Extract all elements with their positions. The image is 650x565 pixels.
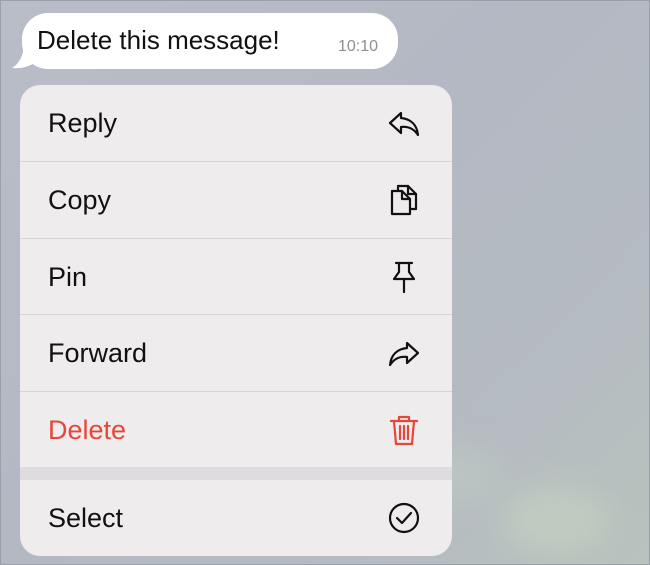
menu-item-label: Delete	[48, 414, 127, 445]
reply-icon	[386, 105, 422, 141]
background-blur	[500, 485, 610, 555]
menu-item-copy[interactable]: Copy	[20, 162, 452, 238]
menu-item-pin[interactable]: Pin	[20, 239, 452, 315]
check-circle-icon	[386, 500, 422, 536]
menu-section-gap	[20, 467, 452, 480]
menu-item-select[interactable]: Select	[20, 480, 452, 556]
menu-item-reply[interactable]: Reply	[20, 85, 452, 161]
copy-icon	[386, 182, 422, 218]
message-bubble[interactable]: Delete this message! 10:10	[22, 13, 398, 69]
menu-item-label: Select	[48, 502, 124, 533]
pin-icon	[386, 259, 422, 295]
message-text: Delete this message!	[37, 25, 280, 55]
menu-item-label: Reply	[48, 107, 118, 138]
message-context-menu: Reply Copy Pin Forward Delete Select	[20, 85, 452, 556]
menu-item-label: Pin	[48, 261, 88, 292]
forward-icon	[386, 335, 422, 371]
message-timestamp: 10:10	[337, 38, 378, 55]
menu-item-forward[interactable]: Forward	[20, 315, 452, 391]
menu-item-delete[interactable]: Delete	[20, 392, 452, 468]
menu-item-label: Copy	[48, 184, 112, 215]
trash-icon	[386, 412, 422, 448]
menu-item-label: Forward	[48, 337, 148, 368]
